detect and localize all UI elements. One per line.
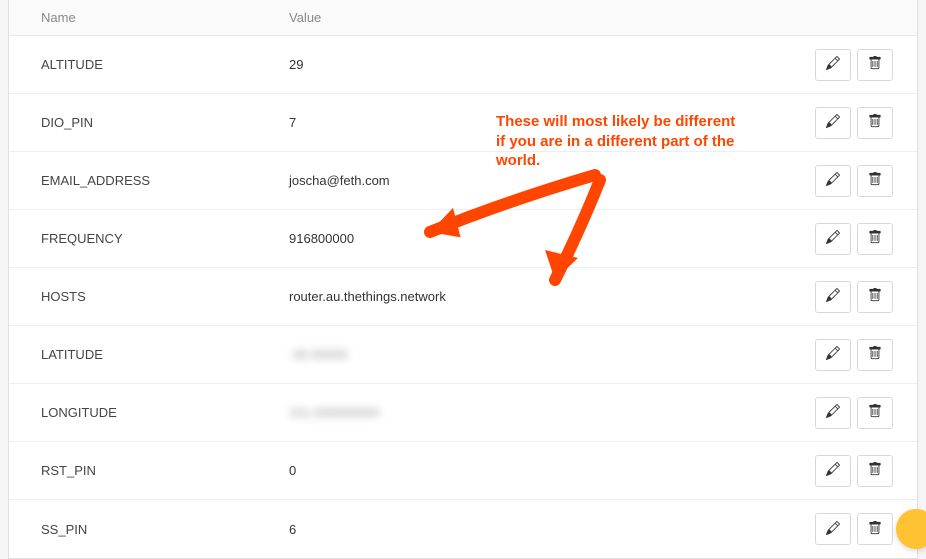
pencil-icon bbox=[826, 172, 840, 189]
table-row: HOSTSrouter.au.thethings.network bbox=[9, 268, 917, 326]
row-name: LATITUDE bbox=[9, 347, 289, 362]
pencil-icon bbox=[826, 521, 840, 538]
table-row: SS_PIN6 bbox=[9, 500, 917, 558]
delete-button[interactable] bbox=[857, 107, 893, 139]
trash-icon bbox=[868, 521, 882, 538]
row-name: SS_PIN bbox=[9, 522, 289, 537]
row-name: EMAIL_ADDRESS bbox=[9, 173, 289, 188]
delete-button[interactable] bbox=[857, 513, 893, 545]
table-row: ALTITUDE29 bbox=[9, 36, 917, 94]
table-header: Name Value bbox=[9, 0, 917, 36]
row-name: RST_PIN bbox=[9, 463, 289, 478]
row-value: 0 bbox=[289, 463, 797, 478]
trash-icon bbox=[868, 172, 882, 189]
edit-button[interactable] bbox=[815, 281, 851, 313]
row-value: 151.000000000 bbox=[289, 405, 797, 420]
row-value: 6 bbox=[289, 522, 797, 537]
config-table: Name Value ALTITUDE29DIO_PIN7EMAIL_ADDRE… bbox=[8, 0, 918, 559]
row-name: LONGITUDE bbox=[9, 405, 289, 420]
delete-button[interactable] bbox=[857, 397, 893, 429]
pencil-icon bbox=[826, 230, 840, 247]
edit-button[interactable] bbox=[815, 49, 851, 81]
header-name: Name bbox=[9, 10, 289, 25]
delete-button[interactable] bbox=[857, 339, 893, 371]
pencil-icon bbox=[826, 462, 840, 479]
row-name: DIO_PIN bbox=[9, 115, 289, 130]
table-row: EMAIL_ADDRESSjoscha@feth.com bbox=[9, 152, 917, 210]
table-row: DIO_PIN7 bbox=[9, 94, 917, 152]
table-row: LATITUDE-30.00000 bbox=[9, 326, 917, 384]
row-value: router.au.thethings.network bbox=[289, 289, 797, 304]
edit-button[interactable] bbox=[815, 339, 851, 371]
edit-button[interactable] bbox=[815, 223, 851, 255]
delete-button[interactable] bbox=[857, 281, 893, 313]
pencil-icon bbox=[826, 56, 840, 73]
edit-button[interactable] bbox=[815, 397, 851, 429]
row-name: HOSTS bbox=[9, 289, 289, 304]
delete-button[interactable] bbox=[857, 455, 893, 487]
pencil-icon bbox=[826, 288, 840, 305]
row-value: -30.00000 bbox=[289, 347, 797, 362]
row-name: FREQUENCY bbox=[9, 231, 289, 246]
table-row: RST_PIN0 bbox=[9, 442, 917, 500]
row-value: 7 bbox=[289, 115, 797, 130]
table-row: FREQUENCY916800000 bbox=[9, 210, 917, 268]
row-value: 29 bbox=[289, 57, 797, 72]
edit-button[interactable] bbox=[815, 165, 851, 197]
pencil-icon bbox=[826, 404, 840, 421]
row-name: ALTITUDE bbox=[9, 57, 289, 72]
row-value: 916800000 bbox=[289, 231, 797, 246]
row-value: joscha@feth.com bbox=[289, 173, 797, 188]
header-value: Value bbox=[289, 10, 797, 25]
trash-icon bbox=[868, 404, 882, 421]
trash-icon bbox=[868, 230, 882, 247]
trash-icon bbox=[868, 288, 882, 305]
edit-button[interactable] bbox=[815, 513, 851, 545]
delete-button[interactable] bbox=[857, 165, 893, 197]
edit-button[interactable] bbox=[815, 107, 851, 139]
delete-button[interactable] bbox=[857, 223, 893, 255]
edit-button[interactable] bbox=[815, 455, 851, 487]
pencil-icon bbox=[826, 114, 840, 131]
trash-icon bbox=[868, 462, 882, 479]
trash-icon bbox=[868, 56, 882, 73]
delete-button[interactable] bbox=[857, 49, 893, 81]
trash-icon bbox=[868, 114, 882, 131]
trash-icon bbox=[868, 346, 882, 363]
table-row: LONGITUDE151.000000000 bbox=[9, 384, 917, 442]
pencil-icon bbox=[826, 346, 840, 363]
